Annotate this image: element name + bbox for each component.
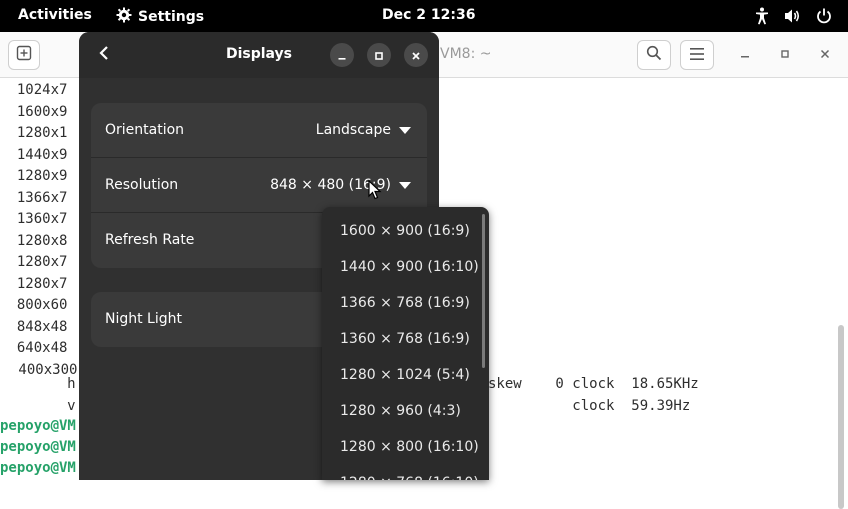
terminal-line: 1280x9: [0, 168, 68, 184]
terminal-line: 1440x9: [0, 147, 68, 163]
resolution-option[interactable]: 1440 × 900 (16:10): [322, 249, 482, 285]
minimize-icon: [740, 48, 750, 63]
app-name-label: Settings: [138, 9, 205, 25]
accessibility-icon[interactable]: [754, 7, 770, 29]
terminal-line: 1280x7: [0, 254, 68, 270]
resolution-option[interactable]: 1280 × 960 (4:3): [322, 393, 482, 429]
resolution-option[interactable]: 1600 × 900 (16:9): [322, 213, 482, 249]
power-icon[interactable]: [816, 8, 832, 28]
terminal-line: 1280x8: [0, 233, 68, 249]
terminal-line-v-prefix: v: [25, 398, 76, 414]
terminal-line: 1280x1: [0, 125, 68, 141]
close-button[interactable]: [404, 43, 428, 67]
maximize-icon: [374, 46, 384, 65]
hamburger-menu-icon: [689, 46, 705, 65]
dropdown-scrollbar[interactable]: [482, 214, 485, 368]
resolution-option[interactable]: 1280 × 768 (16:10): [322, 465, 482, 480]
system-tray[interactable]: [754, 7, 832, 29]
settings-header-bar: Displays: [79, 32, 439, 78]
terminal-line-h-suffix: skew 0 clock 18.65KHz: [488, 376, 699, 392]
terminal-line: 1360x7: [0, 211, 68, 227]
orientation-value[interactable]: Landscape: [316, 122, 391, 138]
app-menu-settings[interactable]: Settings: [116, 7, 204, 27]
terminal-menu-button[interactable]: [680, 40, 714, 70]
terminal-line: 848x48: [0, 319, 68, 335]
night-light-label: Night Light: [105, 311, 182, 327]
terminal-line: 1024x7: [0, 82, 68, 98]
search-icon: [646, 45, 662, 65]
resolution-label: Resolution: [105, 177, 179, 193]
terminal-line: 1600x9: [0, 104, 68, 120]
chevron-down-icon[interactable]: [399, 182, 411, 189]
orientation-row[interactable]: Orientation Landscape: [91, 103, 427, 158]
terminal-close-button[interactable]: [814, 44, 836, 66]
orientation-label: Orientation: [105, 122, 185, 138]
terminal-line: 1280x7: [0, 276, 68, 292]
terminal-line-v-suffix: clock 59.39Hz: [488, 398, 691, 414]
minimize-button[interactable]: [330, 43, 354, 67]
close-icon: [411, 46, 421, 65]
close-icon: [820, 48, 830, 63]
terminal-line: 1366x7: [0, 190, 68, 206]
resolution-option[interactable]: 1280 × 1024 (5:4): [322, 357, 482, 393]
terminal-line: 800x60: [0, 297, 68, 313]
gear-icon: [116, 7, 132, 27]
volume-icon[interactable]: [784, 8, 802, 28]
terminal-line: 640x48: [0, 340, 68, 356]
top-bar: Activities Settings Dec 2 12:36: [0, 0, 848, 32]
terminal-search-button[interactable]: [637, 40, 671, 70]
terminal-scrollbar[interactable]: [838, 325, 844, 509]
resolution-dropdown[interactable]: 1600 × 900 (16:9) 1440 × 900 (16:10) 136…: [322, 207, 489, 480]
resolution-option[interactable]: 1366 × 768 (16:9): [322, 285, 482, 321]
resolution-option[interactable]: 1360 × 768 (16:9): [322, 321, 482, 357]
maximize-button[interactable]: [367, 43, 391, 67]
refresh-rate-label: Refresh Rate: [105, 232, 195, 248]
new-tab-icon: [16, 45, 32, 65]
resolution-option[interactable]: 1280 × 800 (16:10): [322, 429, 482, 465]
terminal-minimize-button[interactable]: [734, 44, 756, 66]
maximize-icon: [780, 48, 790, 63]
terminal-title: VM8: ~: [440, 46, 492, 62]
activities-button[interactable]: Activities: [18, 7, 92, 23]
terminal-prompt: pepoyo@VM: [0, 439, 76, 455]
terminal-maximize-button[interactable]: [774, 44, 796, 66]
clock[interactable]: Dec 2 12:36: [382, 7, 475, 23]
minimize-icon: [337, 46, 347, 65]
mouse-pointer-icon: [368, 179, 382, 204]
chevron-down-icon[interactable]: [399, 127, 411, 134]
terminal-prompt: pepoyo@VM: [0, 418, 76, 434]
terminal-line-h-prefix: h: [25, 376, 76, 392]
new-tab-button[interactable]: [8, 40, 40, 70]
terminal-prompt: pepoyo@VM: [0, 460, 76, 476]
